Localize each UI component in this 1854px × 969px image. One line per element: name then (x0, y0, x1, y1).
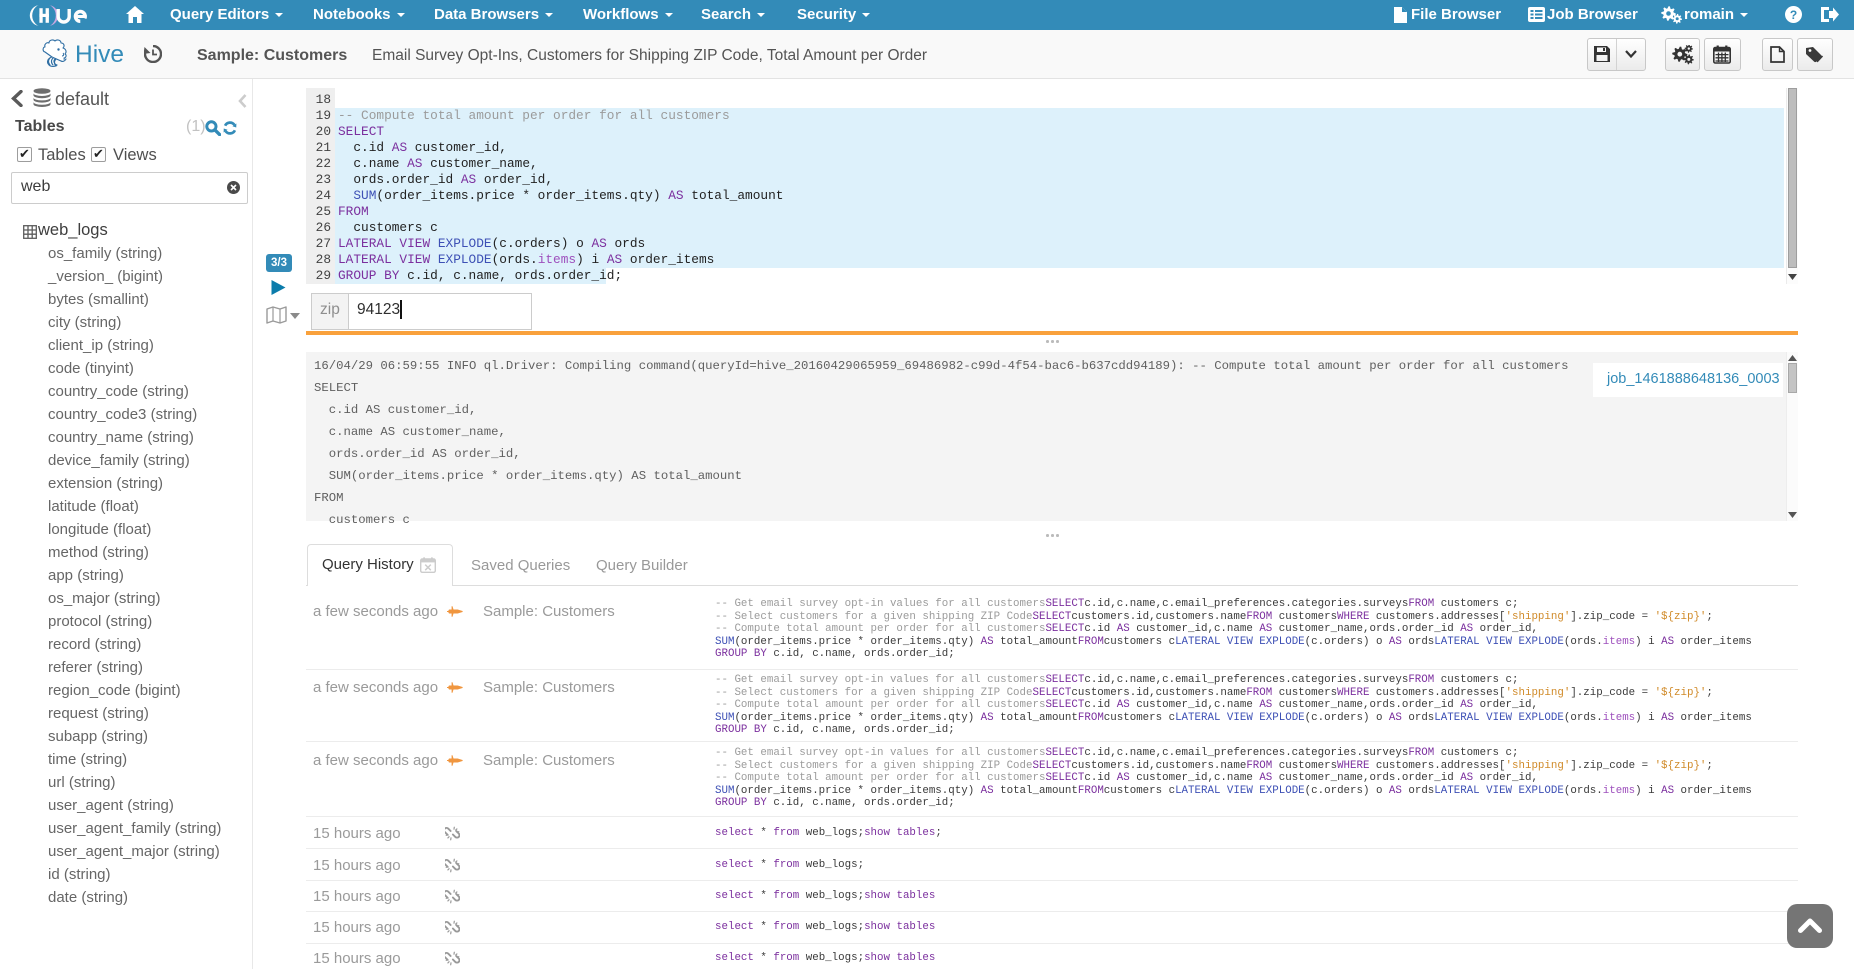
svg-text:?: ? (1790, 8, 1797, 22)
